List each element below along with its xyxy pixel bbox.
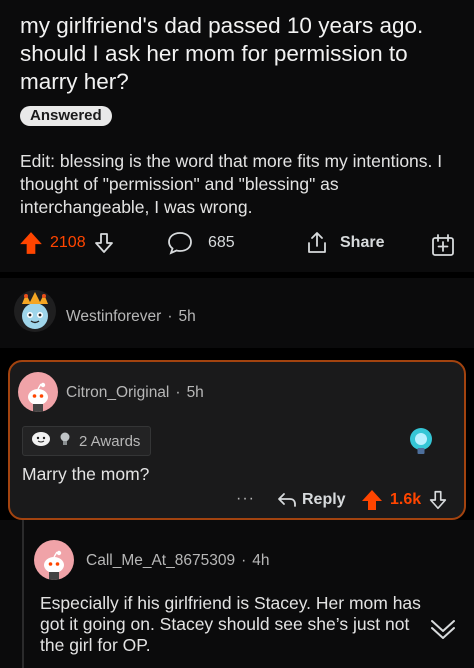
share-label: Share bbox=[340, 234, 385, 251]
upvote-count: 2108 bbox=[50, 234, 86, 251]
username[interactable]: Call_Me_At_8675309 bbox=[86, 552, 235, 569]
comment-text: Marry the mom? bbox=[22, 464, 150, 484]
awards-box[interactable]: 2 Awards bbox=[22, 426, 152, 456]
vote-group: 2108 bbox=[18, 230, 116, 256]
post-title: my girlfriend's dad passed 10 years ago.… bbox=[20, 13, 424, 94]
comment-time: 5h bbox=[186, 384, 204, 401]
save-icon bbox=[430, 232, 456, 258]
downvote-icon[interactable] bbox=[427, 489, 449, 511]
comment-time: 5h bbox=[178, 308, 196, 325]
comment-meta: Citron_Original · 5h bbox=[66, 384, 204, 401]
avatar[interactable] bbox=[34, 540, 74, 580]
comment-score: 1.6k bbox=[390, 491, 422, 508]
comment-vote-group: 1.6k bbox=[360, 488, 449, 512]
post-card: my girlfriend's dad passed 10 years ago.… bbox=[0, 0, 474, 272]
more-options-button[interactable]: ··· bbox=[236, 490, 255, 508]
share-icon bbox=[304, 230, 330, 256]
comment-reply: Call_Me_At_8675309 · 4h Especially if his … bbox=[0, 520, 474, 668]
upvote-icon[interactable] bbox=[18, 230, 44, 256]
avatar[interactable] bbox=[14, 290, 56, 332]
post-body: Edit: blessing is the word that more fit… bbox=[20, 151, 443, 217]
comment-meta: Call_Me_At_8675309 · 4h bbox=[86, 552, 270, 569]
reply-button[interactable]: Reply bbox=[276, 490, 346, 510]
comment-icon bbox=[166, 230, 194, 256]
post-actions: 2108 685 Share bbox=[0, 228, 474, 262]
comment-time: 4h bbox=[252, 552, 270, 569]
avatar[interactable] bbox=[18, 372, 58, 412]
reply-label: Reply bbox=[302, 491, 346, 508]
username[interactable]: Westinforever bbox=[66, 308, 161, 325]
comment-count: 685 bbox=[208, 234, 235, 251]
reply-icon bbox=[276, 490, 298, 510]
comment-collapsed[interactable]: Westinforever · 5h bbox=[0, 278, 474, 348]
lightbulb-award-icon bbox=[59, 430, 71, 452]
collapse-chevron-icon[interactable] bbox=[428, 616, 458, 645]
post-flair[interactable]: Answered bbox=[20, 106, 112, 126]
save-button[interactable] bbox=[430, 232, 456, 258]
comment-highlighted: Citron_Original · 5h 2 Awards Marry the mo… bbox=[8, 360, 466, 520]
thread-line bbox=[22, 520, 24, 668]
wholesome-award-icon bbox=[31, 430, 53, 452]
comment-actions: ··· Reply 1.6k bbox=[10, 488, 464, 518]
username[interactable]: Citron_Original bbox=[66, 384, 169, 401]
downvote-icon[interactable] bbox=[92, 231, 116, 255]
lightbulb-award-icon bbox=[408, 426, 434, 463]
comment-meta: Westinforever · 5h bbox=[66, 308, 196, 325]
awards-count: 2 Awards bbox=[79, 432, 141, 450]
share-button[interactable]: Share bbox=[304, 230, 384, 256]
comment-text: Especially if his girlfriend is Stacey. … bbox=[40, 593, 421, 655]
comments-button[interactable]: 685 bbox=[166, 230, 235, 256]
upvote-icon[interactable] bbox=[360, 488, 384, 512]
